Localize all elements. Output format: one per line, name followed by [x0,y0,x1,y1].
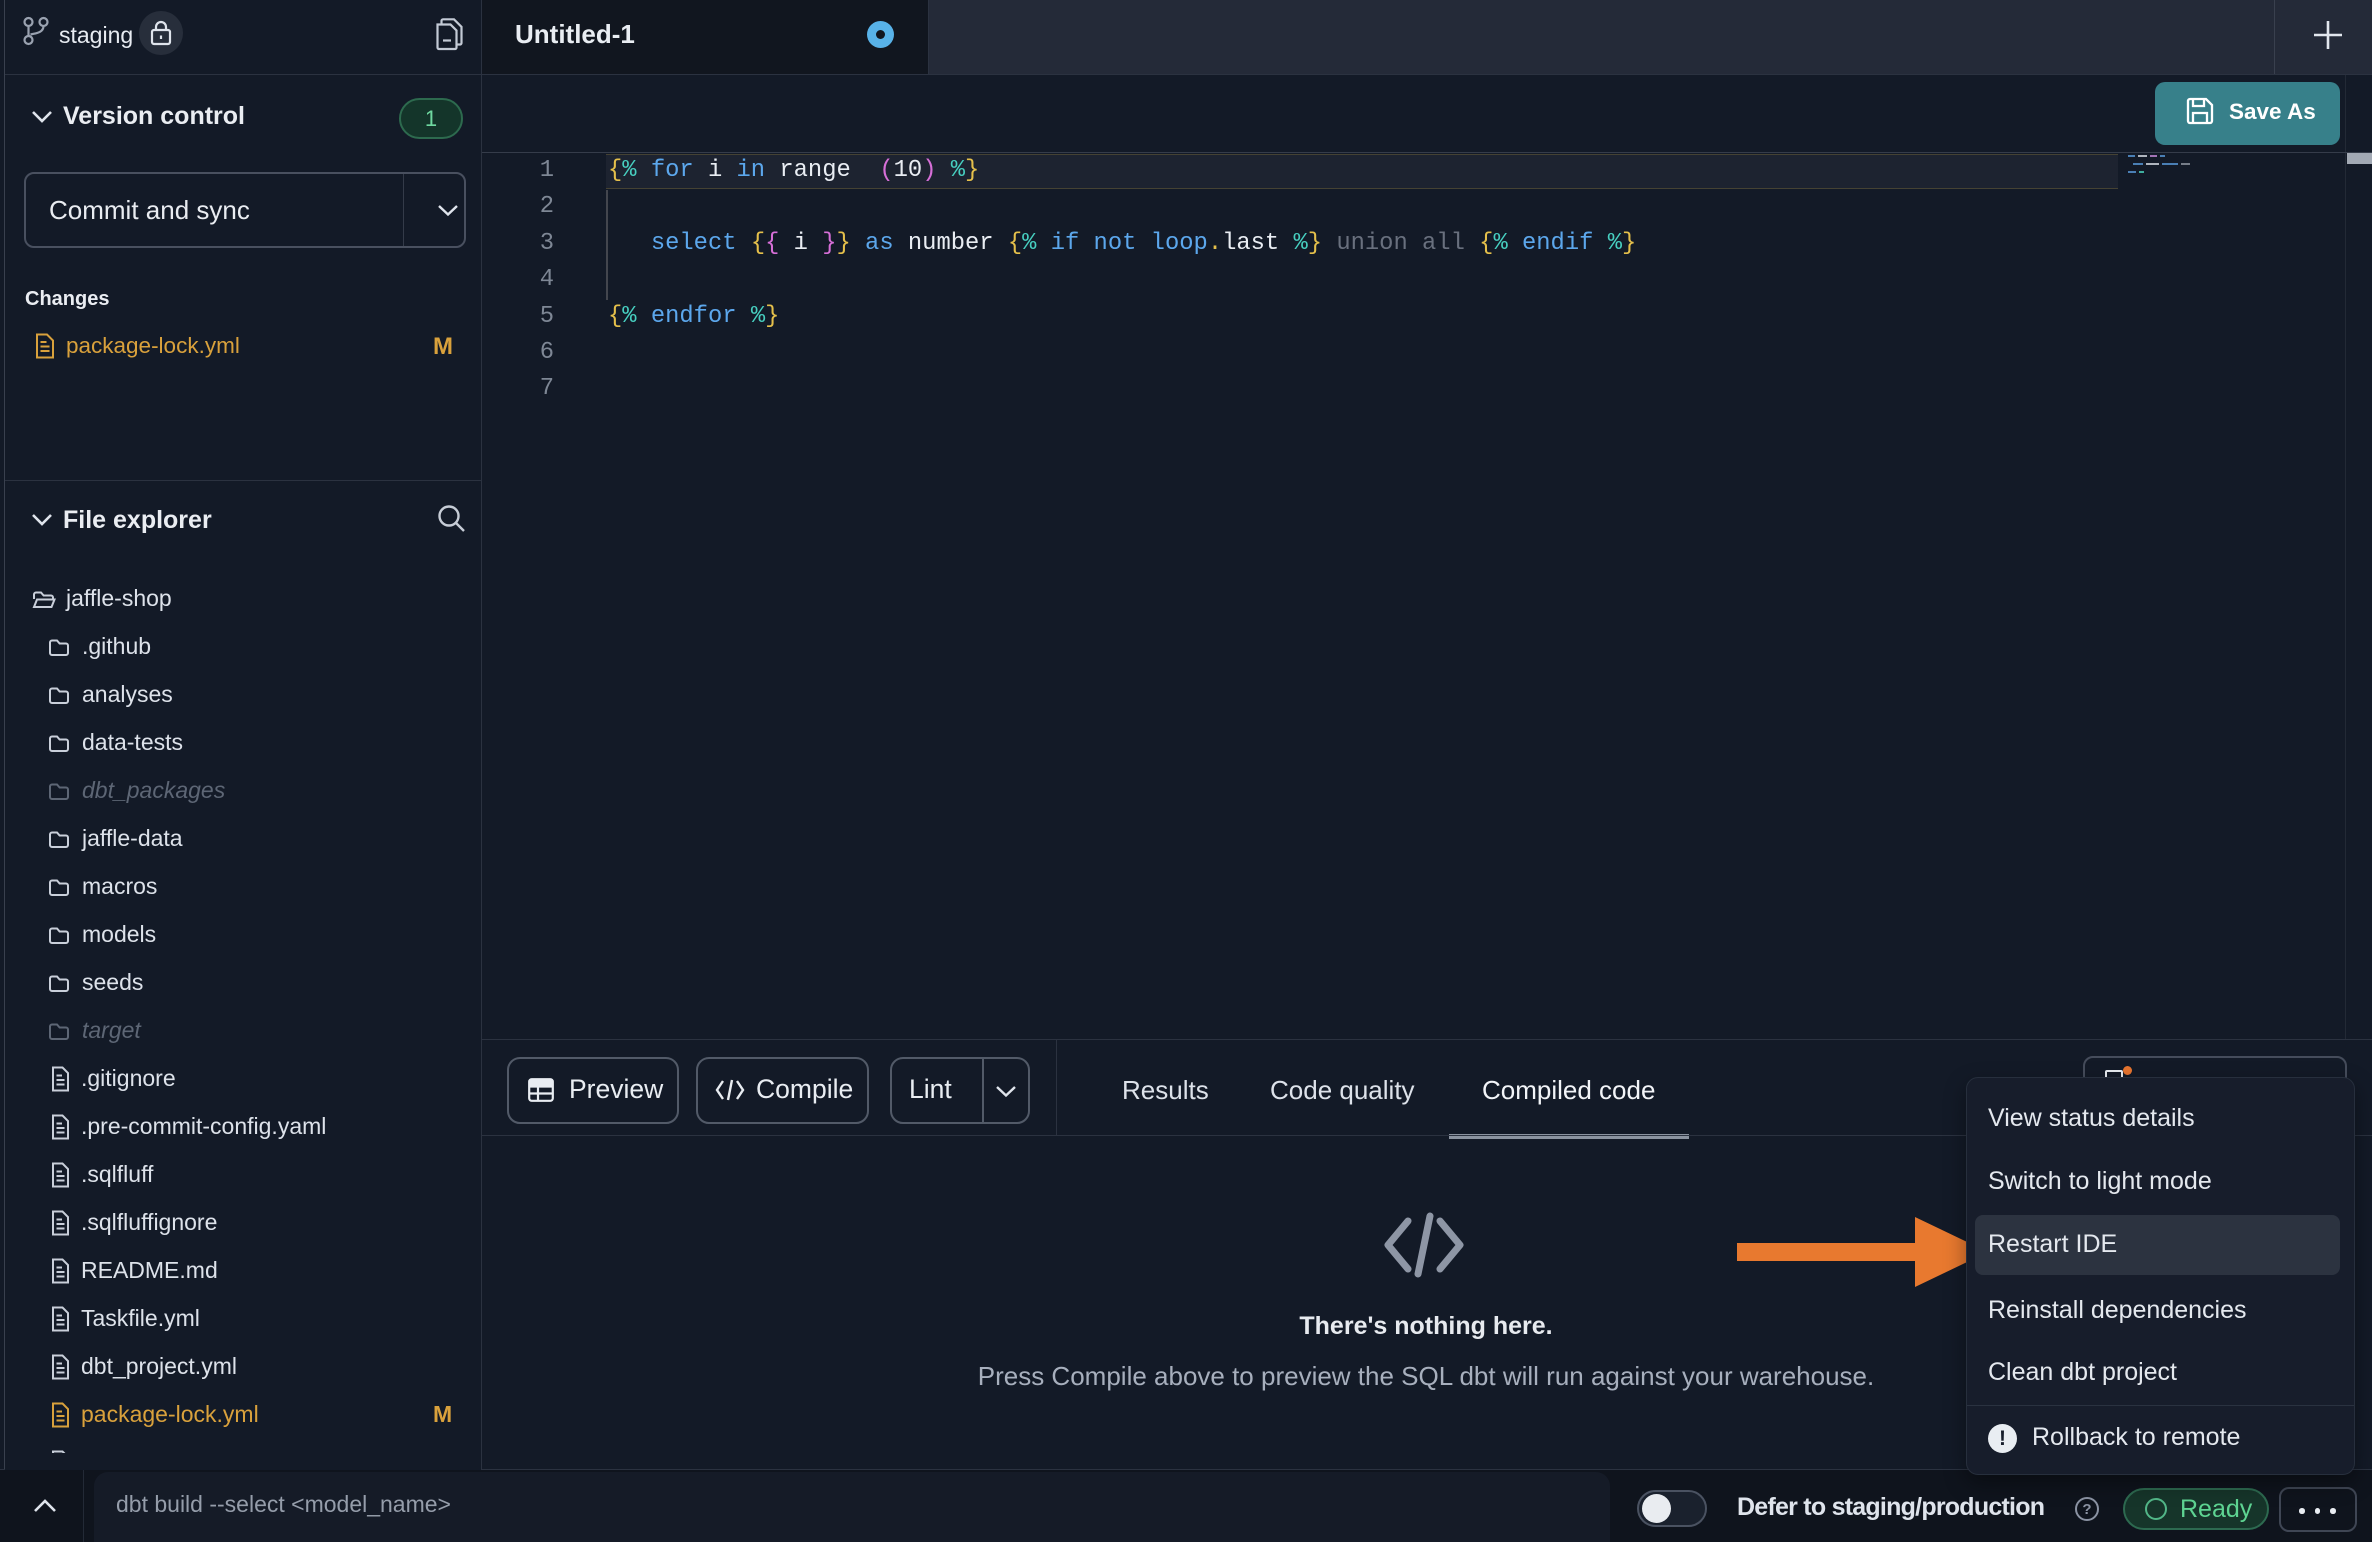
svg-text:?: ? [2082,1501,2091,1518]
